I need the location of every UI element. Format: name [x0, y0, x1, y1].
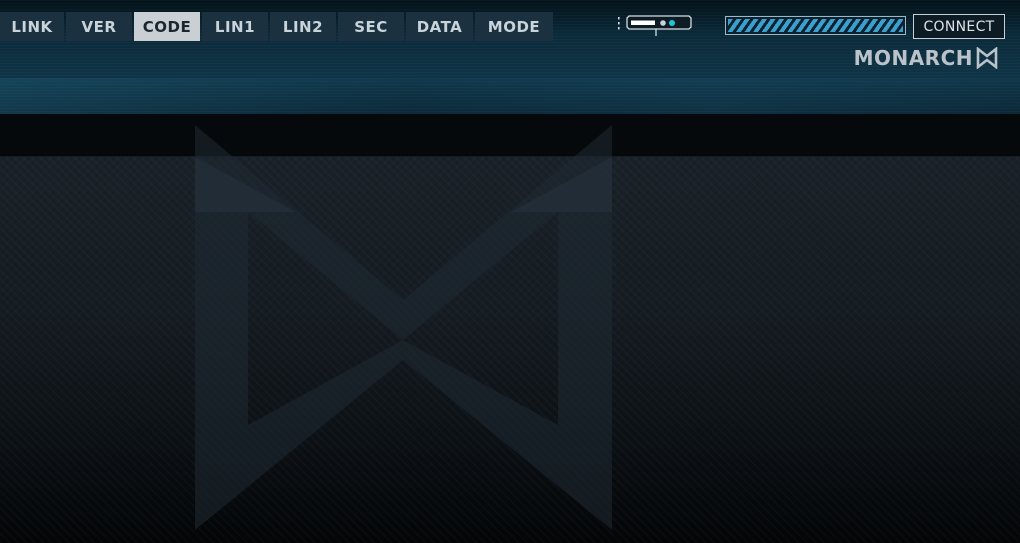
- tab-code[interactable]: CODE: [134, 12, 200, 41]
- tab-sec[interactable]: SEC: [338, 12, 404, 41]
- monarch-bowtie-logo-icon: [976, 47, 998, 69]
- app-window: LINK VER CODE LIN1 LIN2 SEC DATA MODE CO…: [0, 0, 1020, 543]
- tab-lin1[interactable]: LIN1: [202, 12, 268, 41]
- connect-button[interactable]: CONNECT: [913, 14, 1005, 39]
- tab-bar: LINK VER CODE LIN1 LIN2 SEC DATA MODE: [0, 12, 555, 41]
- brand-logo: MONARCH: [854, 46, 998, 70]
- background-texture: [0, 157, 1020, 543]
- main-content-area: [0, 157, 1020, 543]
- tab-data[interactable]: DATA: [406, 12, 473, 41]
- brand-name: MONARCH: [853, 46, 973, 70]
- tab-lin2[interactable]: LIN2: [270, 12, 336, 41]
- tab-mode[interactable]: MODE: [475, 12, 553, 41]
- connection-strength-bar: [725, 16, 906, 35]
- device-module-icon: [618, 15, 692, 36]
- tab-ver[interactable]: VER: [66, 12, 132, 41]
- status-strip: [0, 114, 1020, 157]
- tab-link[interactable]: LINK: [0, 12, 64, 41]
- connection-strength-fill: [728, 19, 903, 32]
